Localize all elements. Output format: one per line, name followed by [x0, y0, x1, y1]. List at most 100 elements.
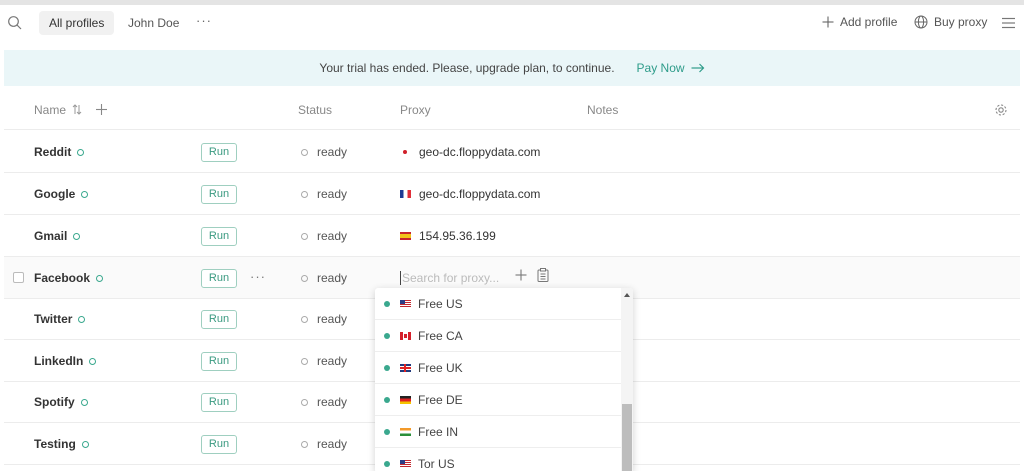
- proxy-cell[interactable]: geo-dc.floppydata.com: [400, 187, 540, 201]
- proxy-search-input[interactable]: Search for proxy...: [400, 271, 499, 285]
- proxy-option-label: Free DE: [418, 392, 463, 407]
- available-dot: [384, 460, 390, 467]
- status-cell: ready: [301, 312, 347, 326]
- profile-name[interactable]: Google: [34, 187, 89, 201]
- status-cell: ready: [301, 271, 347, 285]
- run-button[interactable]: Run: [201, 352, 237, 371]
- status-label: ready: [317, 437, 348, 451]
- add-profile-button[interactable]: Add profile: [822, 15, 897, 29]
- sort-icon[interactable]: [72, 104, 82, 115]
- column-notes[interactable]: Notes: [587, 103, 618, 117]
- profile-name[interactable]: Facebook: [34, 271, 104, 285]
- column-proxy[interactable]: Proxy: [400, 103, 431, 117]
- run-button[interactable]: Run: [201, 393, 237, 412]
- proxy-option-label: Tor US: [418, 456, 455, 471]
- status-label: ready: [317, 271, 348, 285]
- top-bar: All profiles John Doe ··· Add profile Bu…: [0, 5, 1024, 41]
- plus-icon: [822, 16, 834, 28]
- available-dot: [384, 428, 390, 435]
- proxy-option-label: Free US: [418, 296, 463, 311]
- status-dot: [301, 232, 308, 240]
- profile-name-label: LinkedIn: [34, 354, 84, 368]
- column-status[interactable]: Status: [298, 103, 332, 117]
- row-checkbox[interactable]: [13, 272, 24, 283]
- run-button[interactable]: Run: [201, 143, 237, 162]
- status-cell: ready: [301, 354, 347, 368]
- online-status-dot: [96, 274, 104, 282]
- profile-name[interactable]: LinkedIn: [34, 354, 97, 368]
- trial-ended-banner: Your trial has ended. Please, upgrade pl…: [4, 50, 1020, 86]
- scrollbar-thumb[interactable]: [622, 404, 632, 471]
- status-dot: [301, 357, 308, 365]
- profile-name-label: Reddit: [34, 145, 72, 159]
- uk-flag-icon: [400, 363, 411, 372]
- status-label: ready: [317, 145, 348, 159]
- status-label: ready: [317, 229, 348, 243]
- available-dot: [384, 332, 390, 339]
- online-status-dot: [80, 398, 88, 406]
- add-proxy-icon[interactable]: [515, 269, 527, 281]
- table-row[interactable]: Reddit Run ready geo-dc.floppydata.com: [4, 131, 1020, 173]
- proxy-option-label: Free CA: [418, 328, 463, 343]
- proxy-option-free-ca[interactable]: Free CA: [375, 320, 621, 352]
- scroll-up-arrow-icon[interactable]: [624, 293, 630, 297]
- run-button[interactable]: Run: [201, 185, 237, 204]
- proxy-value: 154.95.36.199: [419, 229, 496, 243]
- table-row[interactable]: Google Run ready geo-dc.floppydata.com: [4, 173, 1020, 215]
- run-button[interactable]: Run: [201, 269, 237, 288]
- status-dot: [301, 274, 308, 282]
- status-cell: ready: [301, 229, 347, 243]
- proxy-option-free-in[interactable]: Free IN: [375, 416, 621, 448]
- proxy-option-free-de[interactable]: Free DE: [375, 384, 621, 416]
- proxy-option-label: Free IN: [418, 424, 459, 439]
- profile-name[interactable]: Testing: [34, 437, 89, 451]
- status-cell: ready: [301, 395, 347, 409]
- run-button[interactable]: Run: [201, 310, 237, 329]
- proxy-cell[interactable]: geo-dc.floppydata.com: [400, 145, 540, 159]
- run-button[interactable]: Run: [201, 227, 237, 246]
- more-tabs-button[interactable]: ···: [196, 13, 212, 28]
- profile-name-label: Google: [34, 187, 76, 201]
- gear-icon[interactable]: [994, 103, 1008, 117]
- profile-name[interactable]: Gmail: [34, 229, 81, 243]
- proxy-option-free-us[interactable]: Free US: [375, 288, 621, 320]
- search-icon[interactable]: [7, 15, 23, 31]
- proxy-option-tor-us[interactable]: Tor US: [375, 448, 621, 471]
- available-dot: [384, 364, 390, 371]
- run-button[interactable]: Run: [201, 435, 237, 454]
- online-status-dot: [81, 440, 89, 448]
- available-dot: [384, 300, 390, 307]
- india-flag-icon: [400, 427, 411, 436]
- row-more-button[interactable]: ···: [250, 269, 266, 284]
- usa-flag-icon: [400, 299, 411, 308]
- proxy-option-free-uk[interactable]: Free UK: [375, 352, 621, 384]
- tab-john-doe[interactable]: John Doe: [118, 11, 189, 35]
- profile-name-label: Facebook: [34, 271, 91, 285]
- status-cell: ready: [301, 437, 347, 451]
- germany-flag-icon: [400, 395, 411, 404]
- proxy-cell[interactable]: 154.95.36.199: [400, 229, 496, 243]
- online-status-dot: [78, 315, 86, 323]
- table-row[interactable]: Gmail Run ready 154.95.36.199: [4, 215, 1020, 257]
- usa-flag-icon: [400, 459, 411, 468]
- spain-flag-icon: [400, 232, 411, 240]
- column-name[interactable]: Name: [34, 103, 66, 117]
- profile-name[interactable]: Reddit: [34, 145, 85, 159]
- hamburger-menu-icon[interactable]: [1002, 17, 1015, 29]
- online-status-dot: [77, 148, 85, 156]
- status-dot: [301, 148, 308, 156]
- arrow-right-icon: [691, 63, 704, 73]
- table-header: Name Status Proxy Notes: [4, 90, 1020, 130]
- status-dot: [301, 398, 308, 406]
- add-column-icon[interactable]: [96, 104, 107, 115]
- pay-now-link[interactable]: Pay Now: [637, 61, 705, 75]
- proxy-option-label: Free UK: [418, 360, 463, 375]
- canada-flag-icon: [400, 331, 411, 340]
- status-cell: ready: [301, 145, 347, 159]
- profile-name[interactable]: Spotify: [34, 395, 88, 409]
- online-status-dot: [73, 232, 81, 240]
- profile-name[interactable]: Twitter: [34, 312, 86, 326]
- tab-all-profiles[interactable]: All profiles: [39, 11, 115, 35]
- clipboard-icon[interactable]: [537, 268, 549, 282]
- buy-proxy-button[interactable]: Buy proxy: [914, 15, 987, 29]
